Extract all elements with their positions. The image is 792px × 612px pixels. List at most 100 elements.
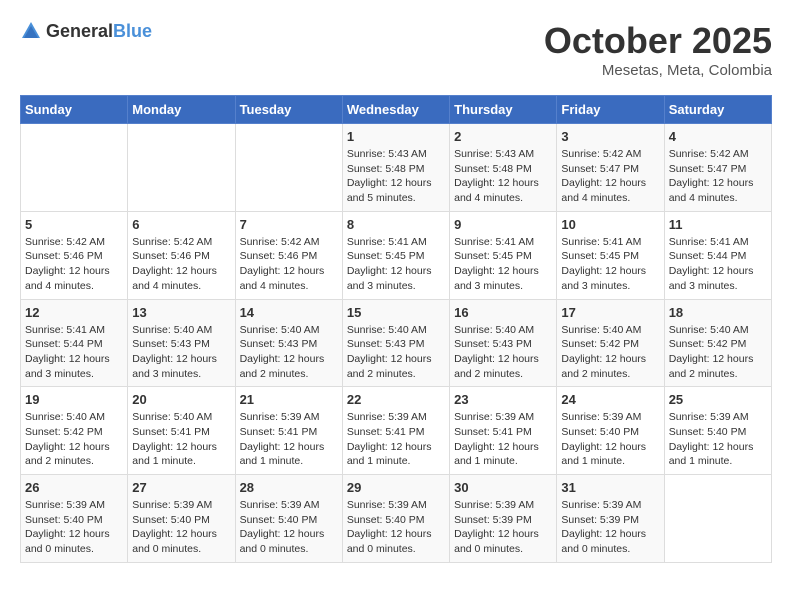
calendar-week-row: 19 Sunrise: 5:40 AM Sunset: 5:42 PM Dayli… xyxy=(21,387,772,475)
table-row: 21 Sunrise: 5:39 AM Sunset: 5:41 PM Dayli… xyxy=(235,387,342,475)
col-thursday: Thursday xyxy=(450,96,557,124)
day-info: Sunrise: 5:40 AM Sunset: 5:41 PM Dayligh… xyxy=(132,410,230,469)
day-info: Sunrise: 5:43 AM Sunset: 5:48 PM Dayligh… xyxy=(454,147,552,206)
day-number: 9 xyxy=(454,217,552,232)
day-number: 24 xyxy=(561,392,659,407)
calendar-week-row: 1 Sunrise: 5:43 AM Sunset: 5:48 PM Daylig… xyxy=(21,124,772,212)
day-info: Sunrise: 5:41 AM Sunset: 5:44 PM Dayligh… xyxy=(669,235,767,294)
table-row: 5 Sunrise: 5:42 AM Sunset: 5:46 PM Daylig… xyxy=(21,211,128,299)
day-info: Sunrise: 5:39 AM Sunset: 5:40 PM Dayligh… xyxy=(132,498,230,557)
title-area: October 2025 Mesetas, Meta, Colombia xyxy=(544,20,772,79)
day-info: Sunrise: 5:43 AM Sunset: 5:48 PM Dayligh… xyxy=(347,147,445,206)
col-monday: Monday xyxy=(128,96,235,124)
day-info: Sunrise: 5:40 AM Sunset: 5:43 PM Dayligh… xyxy=(347,323,445,382)
table-row: 18 Sunrise: 5:40 AM Sunset: 5:42 PM Dayli… xyxy=(664,299,771,387)
day-number: 30 xyxy=(454,480,552,495)
day-info: Sunrise: 5:42 AM Sunset: 5:46 PM Dayligh… xyxy=(240,235,338,294)
table-row: 30 Sunrise: 5:39 AM Sunset: 5:39 PM Dayli… xyxy=(450,475,557,563)
day-number: 1 xyxy=(347,129,445,144)
day-number: 7 xyxy=(240,217,338,232)
logo-text-general: General xyxy=(46,21,113,41)
table-row: 20 Sunrise: 5:40 AM Sunset: 5:41 PM Dayli… xyxy=(128,387,235,475)
day-info: Sunrise: 5:42 AM Sunset: 5:47 PM Dayligh… xyxy=(669,147,767,206)
table-row: 26 Sunrise: 5:39 AM Sunset: 5:40 PM Dayli… xyxy=(21,475,128,563)
table-row: 17 Sunrise: 5:40 AM Sunset: 5:42 PM Dayli… xyxy=(557,299,664,387)
col-sunday: Sunday xyxy=(21,96,128,124)
table-row: 12 Sunrise: 5:41 AM Sunset: 5:44 PM Dayli… xyxy=(21,299,128,387)
day-number: 8 xyxy=(347,217,445,232)
table-row xyxy=(664,475,771,563)
day-info: Sunrise: 5:39 AM Sunset: 5:41 PM Dayligh… xyxy=(454,410,552,469)
day-number: 21 xyxy=(240,392,338,407)
day-number: 14 xyxy=(240,305,338,320)
day-info: Sunrise: 5:42 AM Sunset: 5:46 PM Dayligh… xyxy=(25,235,123,294)
col-tuesday: Tuesday xyxy=(235,96,342,124)
col-friday: Friday xyxy=(557,96,664,124)
calendar-header-row: Sunday Monday Tuesday Wednesday Thursday… xyxy=(21,96,772,124)
day-number: 10 xyxy=(561,217,659,232)
day-info: Sunrise: 5:41 AM Sunset: 5:45 PM Dayligh… xyxy=(454,235,552,294)
table-row: 9 Sunrise: 5:41 AM Sunset: 5:45 PM Daylig… xyxy=(450,211,557,299)
day-info: Sunrise: 5:41 AM Sunset: 5:45 PM Dayligh… xyxy=(561,235,659,294)
table-row: 19 Sunrise: 5:40 AM Sunset: 5:42 PM Dayli… xyxy=(21,387,128,475)
calendar-week-row: 26 Sunrise: 5:39 AM Sunset: 5:40 PM Dayli… xyxy=(21,475,772,563)
day-info: Sunrise: 5:42 AM Sunset: 5:47 PM Dayligh… xyxy=(561,147,659,206)
table-row: 15Sunrise: 5:40 AM Sunset: 5:43 PM Dayli… xyxy=(342,299,449,387)
day-number: 12 xyxy=(25,305,123,320)
table-row: 8 Sunrise: 5:41 AM Sunset: 5:45 PM Daylig… xyxy=(342,211,449,299)
table-row: 10 Sunrise: 5:41 AM Sunset: 5:45 PM Dayli… xyxy=(557,211,664,299)
table-row xyxy=(128,124,235,212)
day-number: 20 xyxy=(132,392,230,407)
calendar-week-row: 12 Sunrise: 5:41 AM Sunset: 5:44 PM Dayli… xyxy=(21,299,772,387)
table-row: 4 Sunrise: 5:42 AM Sunset: 5:47 PM Daylig… xyxy=(664,124,771,212)
day-number: 5 xyxy=(25,217,123,232)
day-info: Sunrise: 5:40 AM Sunset: 5:42 PM Dayligh… xyxy=(25,410,123,469)
day-number: 16 xyxy=(454,305,552,320)
day-number: 26 xyxy=(25,480,123,495)
table-row: 25Sunrise: 5:39 AM Sunset: 5:40 PM Dayli… xyxy=(664,387,771,475)
day-info: Sunrise: 5:42 AM Sunset: 5:46 PM Dayligh… xyxy=(132,235,230,294)
calendar-week-row: 5 Sunrise: 5:42 AM Sunset: 5:46 PM Daylig… xyxy=(21,211,772,299)
day-info: Sunrise: 5:39 AM Sunset: 5:41 PM Dayligh… xyxy=(347,410,445,469)
day-number: 22 xyxy=(347,392,445,407)
day-number: 28 xyxy=(240,480,338,495)
day-number: 13 xyxy=(132,305,230,320)
logo: GeneralBlue xyxy=(20,20,152,42)
day-number: 18 xyxy=(669,305,767,320)
day-number: 19 xyxy=(25,392,123,407)
col-saturday: Saturday xyxy=(664,96,771,124)
day-info: Sunrise: 5:39 AM Sunset: 5:40 PM Dayligh… xyxy=(561,410,659,469)
day-number: 4 xyxy=(669,129,767,144)
day-info: Sunrise: 5:40 AM Sunset: 5:43 PM Dayligh… xyxy=(132,323,230,382)
col-wednesday: Wednesday xyxy=(342,96,449,124)
logo-text-blue: Blue xyxy=(113,21,152,41)
day-info: Sunrise: 5:41 AM Sunset: 5:44 PM Dayligh… xyxy=(25,323,123,382)
table-row: 23Sunrise: 5:39 AM Sunset: 5:41 PM Dayli… xyxy=(450,387,557,475)
logo-icon xyxy=(20,20,42,42)
day-number: 11 xyxy=(669,217,767,232)
table-row: 7 Sunrise: 5:42 AM Sunset: 5:46 PM Daylig… xyxy=(235,211,342,299)
table-row: 29Sunrise: 5:39 AM Sunset: 5:40 PM Dayli… xyxy=(342,475,449,563)
day-info: Sunrise: 5:39 AM Sunset: 5:40 PM Dayligh… xyxy=(25,498,123,557)
day-number: 3 xyxy=(561,129,659,144)
day-number: 25 xyxy=(669,392,767,407)
day-info: Sunrise: 5:39 AM Sunset: 5:40 PM Dayligh… xyxy=(347,498,445,557)
day-info: Sunrise: 5:40 AM Sunset: 5:42 PM Dayligh… xyxy=(669,323,767,382)
table-row: 2Sunrise: 5:43 AM Sunset: 5:48 PM Daylig… xyxy=(450,124,557,212)
day-info: Sunrise: 5:40 AM Sunset: 5:43 PM Dayligh… xyxy=(240,323,338,382)
table-row: 3 Sunrise: 5:42 AM Sunset: 5:47 PM Daylig… xyxy=(557,124,664,212)
calendar-table: Sunday Monday Tuesday Wednesday Thursday… xyxy=(20,95,772,563)
location-title: Mesetas, Meta, Colombia xyxy=(544,62,772,79)
month-title: October 2025 xyxy=(544,20,772,62)
day-info: Sunrise: 5:39 AM Sunset: 5:41 PM Dayligh… xyxy=(240,410,338,469)
day-info: Sunrise: 5:41 AM Sunset: 5:45 PM Dayligh… xyxy=(347,235,445,294)
day-info: Sunrise: 5:39 AM Sunset: 5:40 PM Dayligh… xyxy=(240,498,338,557)
table-row xyxy=(235,124,342,212)
table-row: 14 Sunrise: 5:40 AM Sunset: 5:43 PM Dayli… xyxy=(235,299,342,387)
table-row: 31Sunrise: 5:39 AM Sunset: 5:39 PM Dayli… xyxy=(557,475,664,563)
day-number: 27 xyxy=(132,480,230,495)
day-number: 17 xyxy=(561,305,659,320)
day-info: Sunrise: 5:39 AM Sunset: 5:39 PM Dayligh… xyxy=(454,498,552,557)
table-row: 22 Sunrise: 5:39 AM Sunset: 5:41 PM Dayli… xyxy=(342,387,449,475)
day-info: Sunrise: 5:40 AM Sunset: 5:42 PM Dayligh… xyxy=(561,323,659,382)
